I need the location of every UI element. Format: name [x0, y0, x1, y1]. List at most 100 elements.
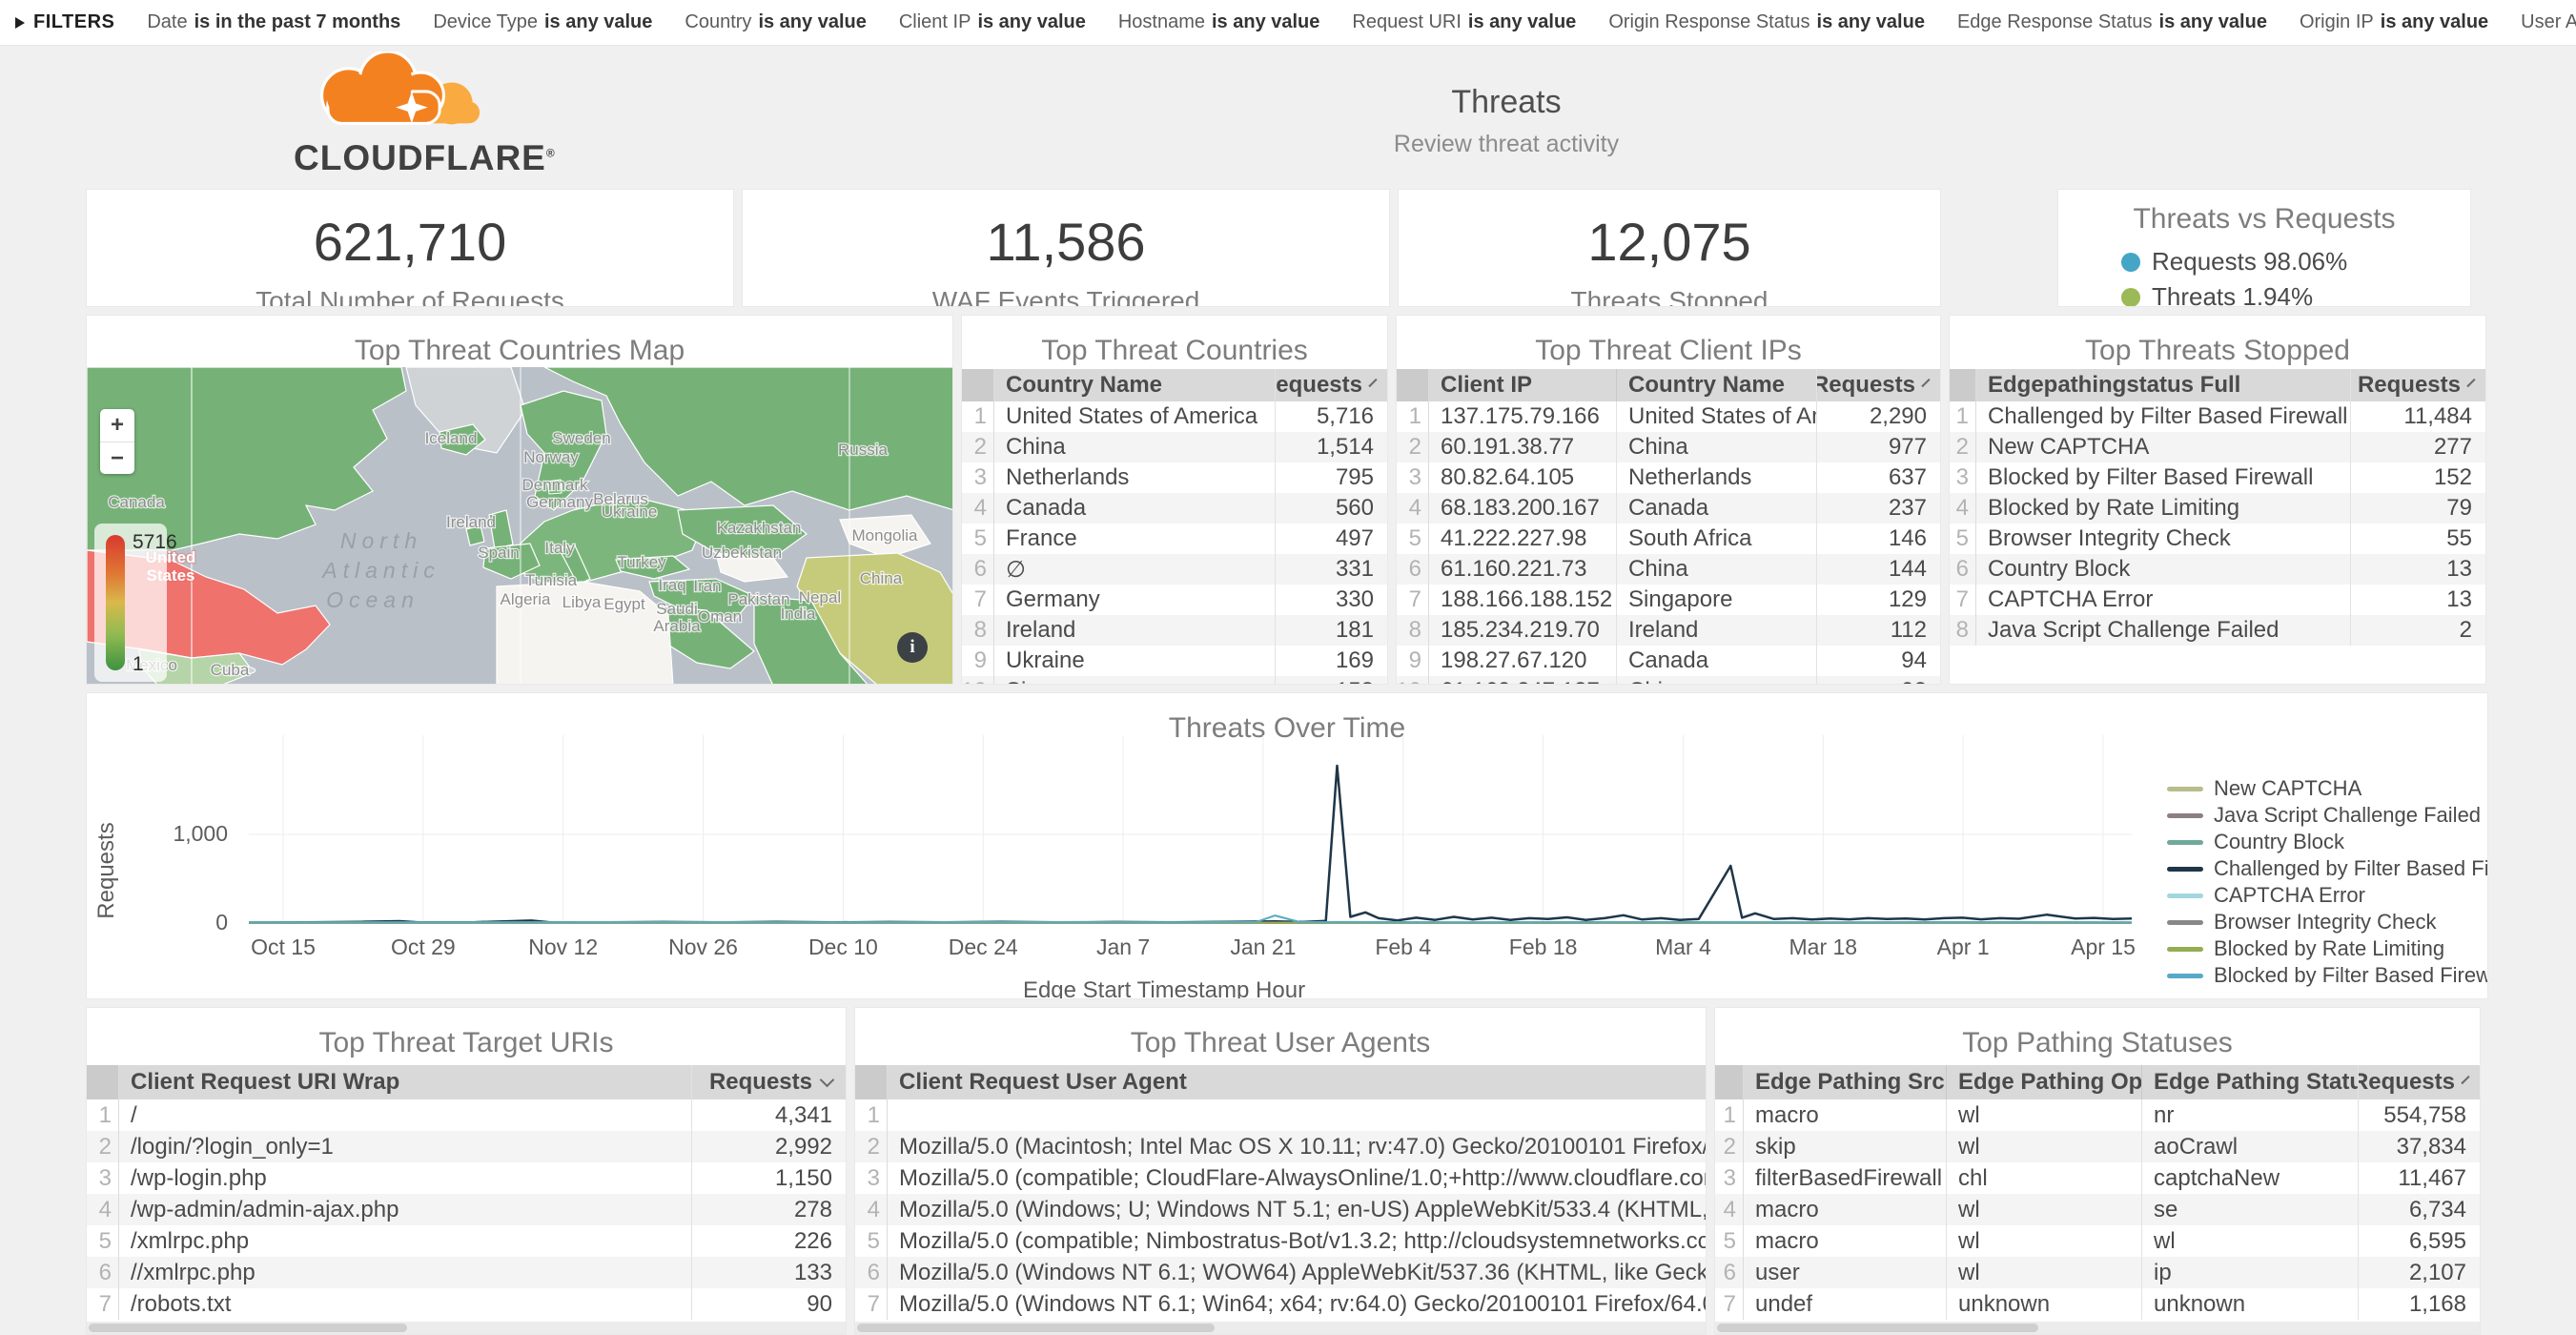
- table-row[interactable]: 7 188.166.188.152 Singapore 129: [1397, 585, 1940, 615]
- legend-item[interactable]: Browser Integrity Check: [2167, 911, 2488, 934]
- legend-item[interactable]: Threats 1.94%: [2121, 282, 2407, 307]
- scrollbar-thumb[interactable]: [857, 1324, 1215, 1332]
- horizontal-scrollbar[interactable]: [87, 1322, 846, 1334]
- table-row[interactable]: 7 Mozilla/5.0 (Windows NT 6.1; Win64; x6…: [855, 1288, 1706, 1320]
- scrollbar-thumb[interactable]: [1717, 1324, 2038, 1332]
- table-row[interactable]: 4 Canada 560: [962, 493, 1387, 524]
- scrollbar-thumb[interactable]: [89, 1324, 407, 1332]
- table-row[interactable]: 2 skip wl aoCrawl 37,834: [1715, 1131, 2480, 1162]
- table-row[interactable]: 10 61.160.247.137 China 92: [1397, 676, 1940, 685]
- table-row[interactable]: 1 United States of America 5,716: [962, 401, 1387, 432]
- column-header[interactable]: Edgepathingstatus Full: [1976, 369, 2350, 401]
- table-row[interactable]: 2 China 1,514: [962, 432, 1387, 462]
- table-row[interactable]: 4 Blocked by Rate Limiting 79: [1950, 493, 2485, 524]
- filter-field: Device Type: [433, 11, 538, 33]
- map-zoom-in-button[interactable]: +: [100, 409, 134, 442]
- table-row[interactable]: 2 60.191.38.77 China 977: [1397, 432, 1940, 462]
- map-info-icon[interactable]: i: [897, 632, 928, 663]
- legend-item[interactable]: Requests 98.06%: [2121, 247, 2407, 277]
- table-row[interactable]: 4 Mozilla/5.0 (Windows; U; Windows NT 5.…: [855, 1194, 1706, 1225]
- table-row[interactable]: 3 Blocked by Filter Based Firewall 152: [1950, 462, 2485, 493]
- filter-item[interactable]: Hostnameis any value: [1118, 11, 1320, 33]
- filter-item[interactable]: Dateis in the past 7 months: [147, 11, 400, 33]
- column-header-requests[interactable]: Requests: [2350, 369, 2485, 401]
- filters-toggle[interactable]: FILTERS: [15, 11, 114, 33]
- legend-item[interactable]: Java Script Challenge Failed: [2167, 804, 2488, 827]
- table-row[interactable]: 6 61.160.221.73 China 144: [1397, 554, 1940, 585]
- filter-item[interactable]: Origin Response Statusis any value: [1608, 11, 1925, 33]
- table-row[interactable]: 10 Singapore 158: [962, 676, 1387, 685]
- column-header[interactable]: Client Request User Agent: [888, 1065, 1706, 1099]
- table-row[interactable]: 8 185.234.219.70 Ireland 112: [1397, 615, 1940, 646]
- table-row[interactable]: 6 Mozilla/5.0 (Windows NT 6.1; WOW64) Ap…: [855, 1257, 1706, 1288]
- table-row[interactable]: 2 New CAPTCHA 277: [1950, 432, 2485, 462]
- table-row[interactable]: 3 80.82.64.105 Netherlands 637: [1397, 462, 1940, 493]
- table-row[interactable]: 1 macro wl nr 554,758: [1715, 1099, 2480, 1131]
- table-row[interactable]: 8 Ireland 181: [962, 615, 1387, 646]
- cell-status: unknown: [2141, 1288, 2358, 1320]
- filter-item[interactable]: Client IPis any value: [899, 11, 1086, 33]
- filter-item[interactable]: Edge Response Statusis any value: [1957, 11, 2267, 33]
- legend-item[interactable]: Blocked by Filter Based Firewall: [2167, 964, 2488, 987]
- column-header-requests[interactable]: Requests: [1816, 369, 1940, 401]
- filter-item[interactable]: Device Typeis any value: [433, 11, 652, 33]
- horizontal-scrollbar[interactable]: [1715, 1322, 2480, 1334]
- table-row[interactable]: 7 /robots.txt 90: [87, 1288, 846, 1320]
- world-map[interactable]: CanadaUnitedStatesMexicoCubaNorthAtlanti…: [87, 367, 952, 684]
- table-row[interactable]: 5 Browser Integrity Check 55: [1950, 524, 2485, 554]
- filter-item[interactable]: User Agentis any value: [2521, 11, 2576, 33]
- horizontal-scrollbar[interactable]: [855, 1322, 1706, 1334]
- table-row[interactable]: 2 Mozilla/5.0 (Macintosh; Intel Mac OS X…: [855, 1131, 1706, 1162]
- table-row[interactable]: 1 / 4,341: [87, 1099, 846, 1131]
- table-row[interactable]: 5 macro wl wl 6,595: [1715, 1225, 2480, 1257]
- column-header[interactable]: Edge Pathing Op: [1946, 1065, 2141, 1099]
- legend-item[interactable]: CAPTCHA Error: [2167, 884, 2488, 907]
- filter-item[interactable]: Request URIis any value: [1352, 11, 1576, 33]
- column-header-requests[interactable]: Requests: [691, 1065, 846, 1099]
- table-row[interactable]: 3 filterBasedFirewall chl captchaNew 11,…: [1715, 1162, 2480, 1194]
- threats-over-time-chart[interactable]: Oct 15Oct 29Nov 12Nov 26Dec 10Dec 24Jan …: [87, 728, 2488, 976]
- column-header[interactable]: Client IP: [1429, 369, 1616, 401]
- cell-requests: 55: [2350, 524, 2485, 554]
- table-row[interactable]: 1 137.175.79.166 United States of Americ…: [1397, 401, 1940, 432]
- table-row[interactable]: 7 undef unknown unknown 1,168: [1715, 1288, 2480, 1320]
- legend-item[interactable]: Challenged by Filter Based Firewall: [2167, 857, 2488, 880]
- table-row[interactable]: 5 41.222.227.98 South Africa 146: [1397, 524, 1940, 554]
- table-row[interactable]: 1 Challenged by Filter Based Firewall 11…: [1950, 401, 2485, 432]
- column-header[interactable]: Edge Pathing Src: [1744, 1065, 1946, 1099]
- table-row[interactable]: 9 Ukraine 169: [962, 646, 1387, 676]
- legend-item[interactable]: Country Block: [2167, 831, 2488, 853]
- table-row[interactable]: 3 Netherlands 795: [962, 462, 1387, 493]
- table-row[interactable]: 3 Mozilla/5.0 (compatible; CloudFlare-Al…: [855, 1162, 1706, 1194]
- cell-src: macro: [1744, 1225, 1946, 1257]
- column-header-requests[interactable]: Requests: [2358, 1065, 2480, 1099]
- table-row[interactable]: 6 user wl ip 2,107: [1715, 1257, 2480, 1288]
- table-row[interactable]: 9 198.27.67.120 Canada 94: [1397, 646, 1940, 676]
- map-zoom-out-button[interactable]: −: [100, 442, 134, 474]
- filter-item[interactable]: Countryis any value: [685, 11, 866, 33]
- column-header-requests[interactable]: Requests: [1275, 369, 1387, 401]
- table-row[interactable]: 6 Country Block 13: [1950, 554, 2485, 585]
- column-header[interactable]: Country Name: [1616, 369, 1816, 401]
- column-header[interactable]: Edge Pathing Status: [2141, 1065, 2358, 1099]
- table-row[interactable]: 4 68.183.200.167 Canada 237: [1397, 493, 1940, 524]
- filter-item[interactable]: Origin IPis any value: [2300, 11, 2488, 33]
- column-header[interactable]: Country Name: [994, 369, 1275, 401]
- table-row[interactable]: 7 Germany 330: [962, 585, 1387, 615]
- legend-item[interactable]: New CAPTCHA: [2167, 777, 2488, 800]
- column-header[interactable]: Client Request URI Wrap: [119, 1065, 691, 1099]
- table-row[interactable]: 5 Mozilla/5.0 (compatible; Nimbostratus-…: [855, 1225, 1706, 1257]
- table-row[interactable]: 3 /wp-login.php 1,150: [87, 1162, 846, 1194]
- table-row[interactable]: 5 France 497: [962, 524, 1387, 554]
- table-row[interactable]: 1: [855, 1099, 1706, 1131]
- table-row[interactable]: 2 /login/?login_only=1 2,992: [87, 1131, 846, 1162]
- legend-item[interactable]: Blocked by Rate Limiting: [2167, 937, 2488, 960]
- table-row[interactable]: 5 /xmlrpc.php 226: [87, 1225, 846, 1257]
- table-row[interactable]: 7 CAPTCHA Error 13: [1950, 585, 2485, 615]
- table-row[interactable]: 6 ∅ 331: [962, 554, 1387, 585]
- table-row[interactable]: 8 Java Script Challenge Failed 2: [1950, 615, 2485, 646]
- table-row[interactable]: 6 //xmlrpc.php 133: [87, 1257, 846, 1288]
- table-row[interactable]: 4 macro wl se 6,734: [1715, 1194, 2480, 1225]
- cell-uri: /: [119, 1099, 691, 1131]
- table-row[interactable]: 4 /wp-admin/admin-ajax.php 278: [87, 1194, 846, 1225]
